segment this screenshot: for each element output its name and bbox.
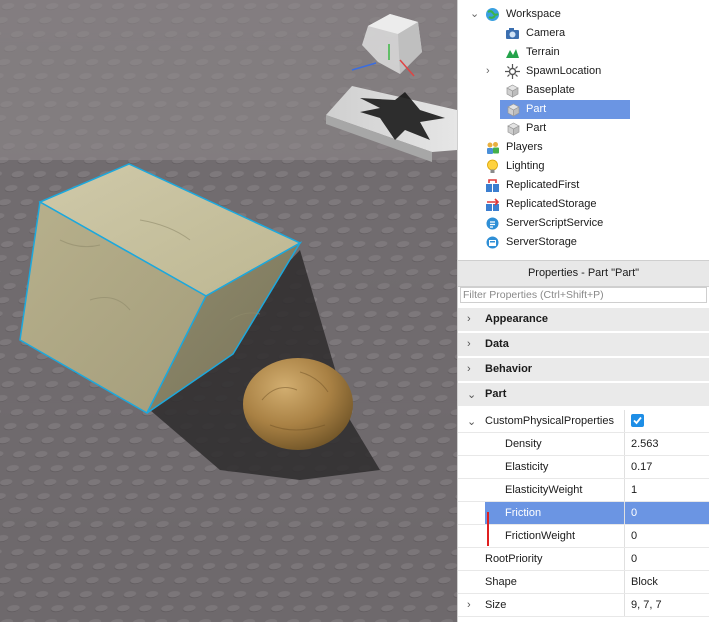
studio-side-panels: ⌄ Workspace Camera Terrain › SpawnLocati… [457, 0, 709, 622]
property-value[interactable]: Block [625, 571, 709, 593]
category-part[interactable]: ⌄ Part [458, 383, 709, 407]
part-block-icon [506, 84, 519, 98]
category-data[interactable]: › Data [458, 333, 709, 357]
tree-item-label: Baseplate [526, 84, 575, 96]
category-label: Part [485, 388, 507, 400]
property-value[interactable]: 0 [625, 525, 709, 547]
replicated-storage-icon [486, 198, 500, 211]
tree-item-label: Lighting [506, 160, 545, 172]
property-value[interactable]: 2.563 [625, 433, 709, 455]
tree-item-label: Camera [526, 27, 566, 39]
3d-viewport[interactable] [0, 0, 457, 622]
annotation-red-marker [487, 512, 489, 546]
property-name: ElasticityWeight [485, 479, 625, 501]
terrain-icon [506, 49, 519, 58]
part-block-icon [507, 122, 520, 136]
property-row-elasticity-weight[interactable]: ElasticityWeight 1 [458, 479, 709, 502]
chevron-right-icon[interactable]: › [467, 313, 471, 325]
lighting-bulb-icon [487, 159, 498, 173]
checkmark-icon [633, 416, 642, 425]
spawn-location-icon [505, 64, 520, 79]
property-row-friction-weight[interactable]: FrictionWeight 0 [458, 525, 709, 548]
property-row-shape[interactable]: Shape Block [458, 571, 709, 594]
players-icon [487, 142, 499, 154]
chevron-right-icon[interactable]: › [467, 338, 471, 350]
property-row-custom-physical-properties[interactable]: ⌄ CustomPhysicalProperties [458, 410, 709, 433]
tree-item-label: Part [526, 122, 547, 134]
tree-item-label: Players [506, 141, 543, 153]
tree-item-label: Terrain [526, 46, 560, 58]
server-script-service-icon [486, 217, 499, 230]
property-value[interactable]: 1 [625, 479, 709, 501]
replicated-first-icon [486, 179, 499, 192]
tree-item-label: ReplicatedStorage [506, 198, 597, 210]
property-value[interactable]: 0 [625, 548, 709, 570]
property-value[interactable]: 9, 7, 7 [625, 594, 709, 616]
tree-item-label: ReplicatedFirst [506, 179, 580, 191]
chevron-right-icon[interactable]: › [467, 363, 471, 375]
property-row-elasticity[interactable]: Elasticity 0.17 [458, 456, 709, 479]
ball-part[interactable] [243, 358, 353, 450]
property-name: Elasticity [485, 456, 625, 478]
properties-panel-title: Properties - Part "Part" [458, 260, 709, 287]
tree-item-label: Workspace [506, 8, 561, 20]
property-value[interactable]: 0.17 [625, 456, 709, 478]
category-label: Data [485, 338, 509, 350]
property-row-density[interactable]: Density 2.563 [458, 433, 709, 456]
property-name: Size [485, 594, 625, 616]
property-row-size[interactable]: › Size 9, 7, 7 [458, 594, 709, 617]
tree-item-label: ServerStorage [506, 236, 577, 248]
chevron-right-icon[interactable]: › [486, 62, 494, 81]
explorer-panel[interactable]: ⌄ Workspace Camera Terrain › SpawnLocati… [458, 0, 709, 258]
part-block-icon [507, 103, 520, 117]
category-behavior[interactable]: › Behavior [458, 358, 709, 382]
server-storage-icon [486, 236, 499, 249]
camera-icon [506, 28, 519, 39]
category-label: Appearance [485, 313, 548, 325]
property-name: Friction [485, 502, 625, 524]
chevron-right-icon[interactable]: › [467, 599, 471, 611]
custom-physical-properties-checkbox[interactable] [631, 414, 644, 427]
filter-properties-input[interactable] [460, 287, 707, 303]
property-name: Density [485, 433, 625, 455]
viewport-scene[interactable] [0, 0, 457, 622]
category-appearance[interactable]: › Appearance [458, 308, 709, 332]
chevron-down-icon[interactable]: ⌄ [467, 388, 476, 401]
tree-item-label: ServerScriptService [506, 217, 604, 229]
workspace-globe-icon [486, 8, 499, 21]
tree-item-label: Part [526, 103, 547, 115]
property-row-friction[interactable]: Friction 0 [458, 502, 709, 525]
property-row-root-priority[interactable]: RootPriority 0 [458, 548, 709, 571]
chevron-down-icon[interactable]: ⌄ [470, 5, 479, 24]
property-name: Shape [485, 571, 625, 593]
category-label: Behavior [485, 363, 533, 375]
chevron-down-icon[interactable]: ⌄ [467, 415, 476, 428]
property-name: RootPriority [485, 548, 625, 570]
property-value[interactable]: 0 [625, 502, 709, 524]
tree-item-label: SpawnLocation [526, 65, 602, 77]
property-name: CustomPhysicalProperties [485, 410, 625, 432]
property-name: FrictionWeight [485, 525, 625, 547]
